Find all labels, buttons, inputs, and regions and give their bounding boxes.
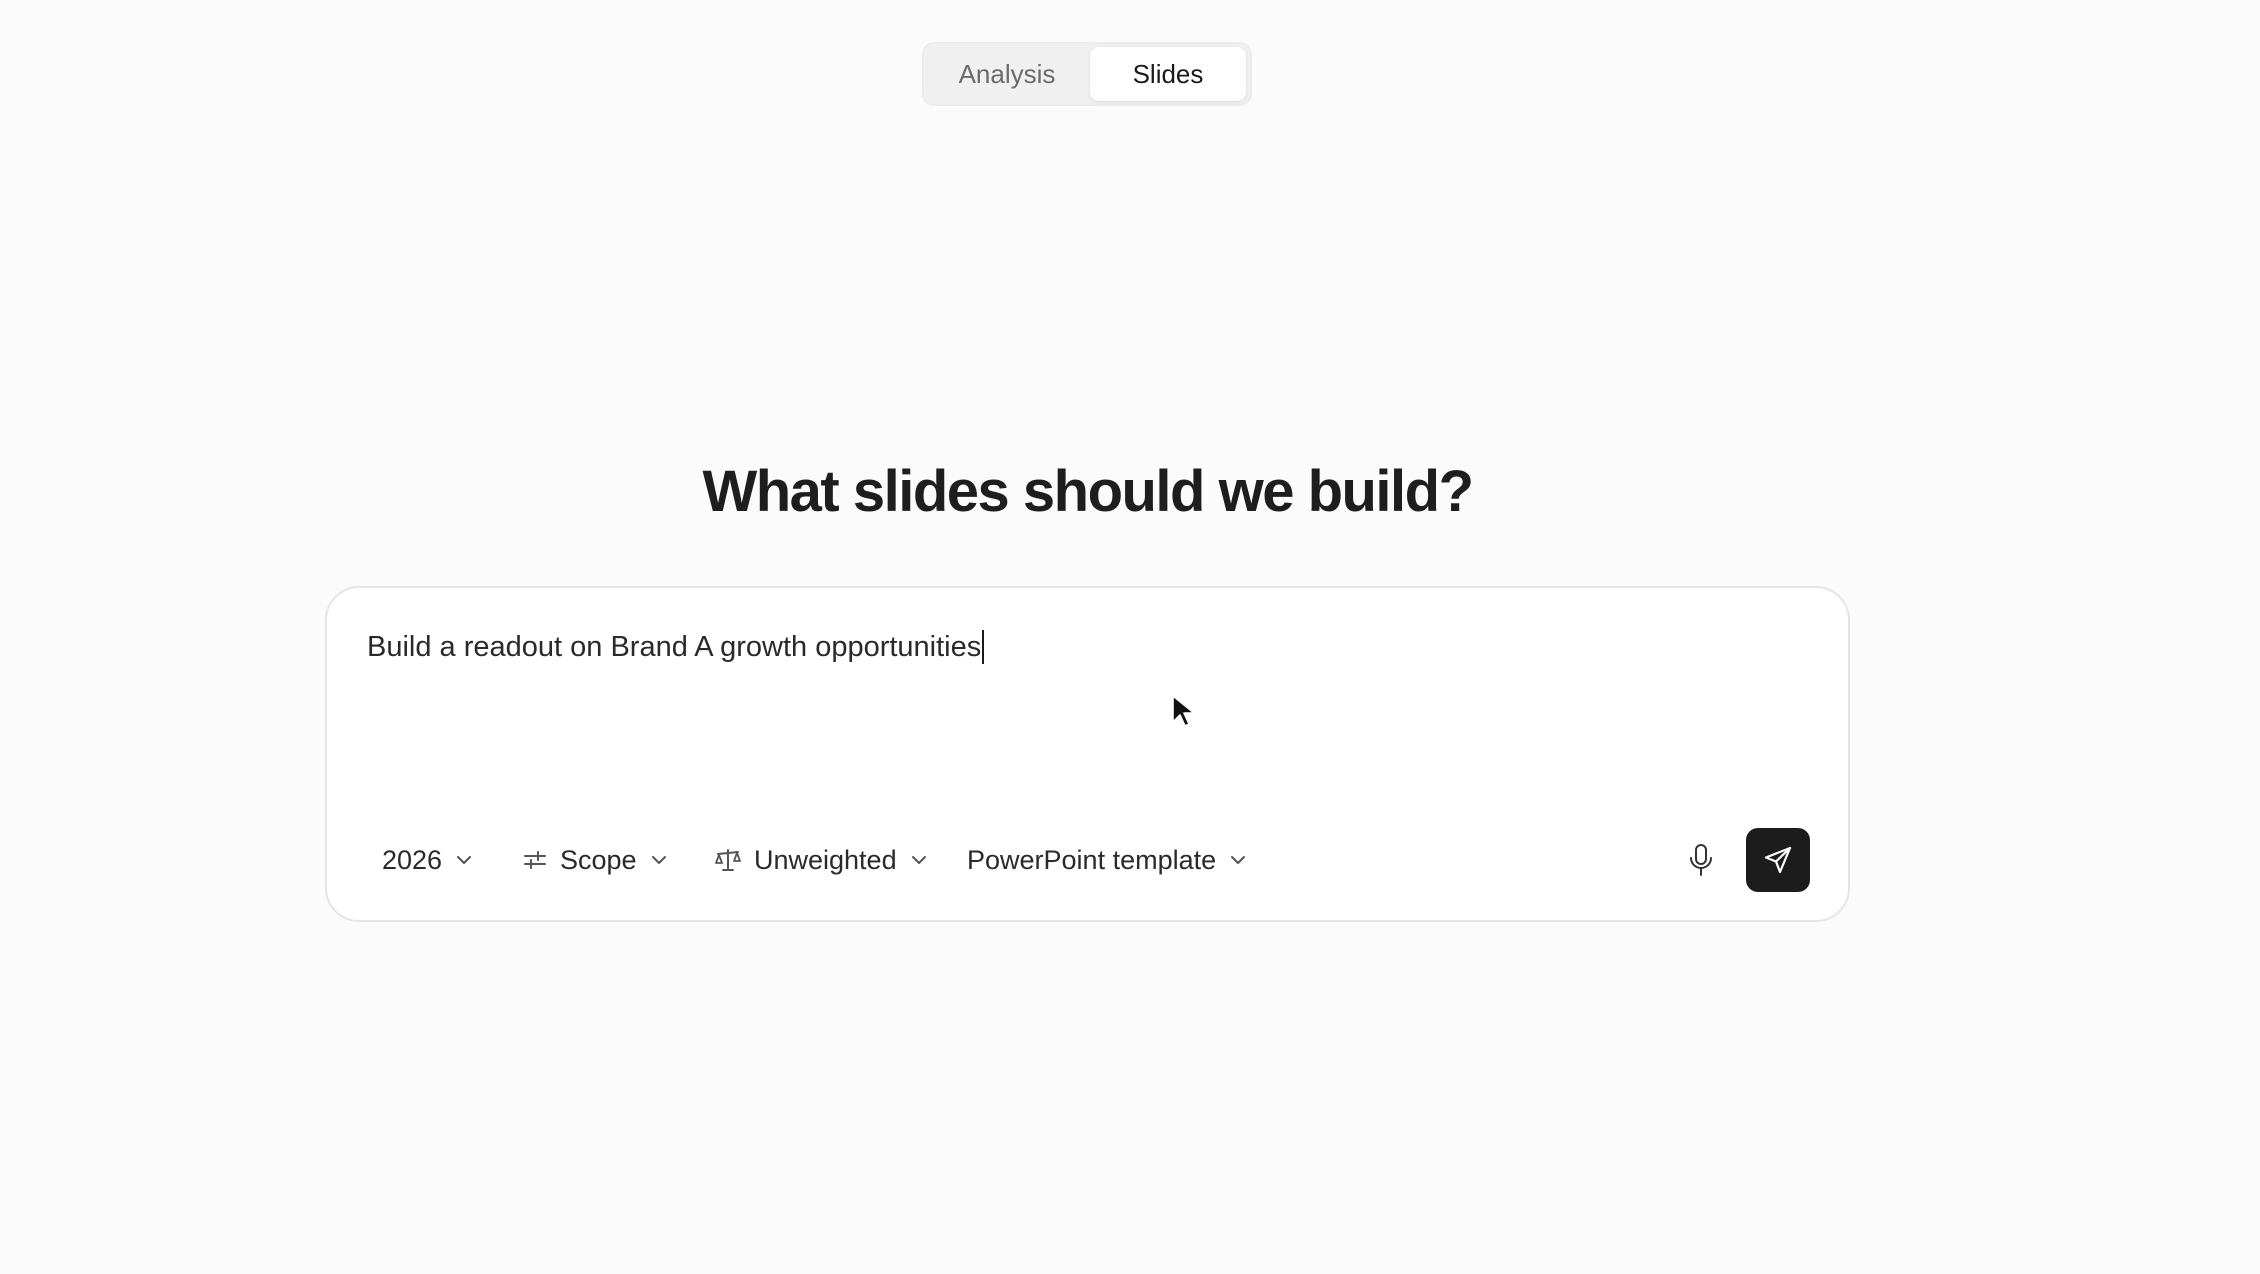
template-dropdown[interactable]: PowerPoint template [967, 828, 1248, 892]
weighting-dropdown-label: Unweighted [754, 844, 897, 875]
microphone-button[interactable] [1677, 836, 1725, 884]
text-caret [982, 630, 985, 664]
prompt-input-value: Build a readout on Brand A growth opport… [367, 630, 982, 663]
mouse-cursor-icon [1172, 695, 1195, 727]
sliders-icon [524, 851, 546, 869]
microphone-icon [1690, 844, 1712, 876]
composer-toolbar: 2026 Scope Unweighted PowerPoint templat… [327, 828, 1848, 892]
weighting-dropdown[interactable]: Unweighted [714, 828, 929, 892]
mode-toggle: Analysis Slides [922, 42, 1252, 106]
send-button[interactable] [1746, 828, 1810, 892]
scope-dropdown[interactable]: Scope [522, 828, 669, 892]
tab-analysis[interactable]: Analysis [928, 47, 1086, 101]
slides-builder-page: Analysis Slides What slides should we bu… [0, 0, 2260, 1274]
chevron-down-icon [911, 856, 926, 864]
year-dropdown[interactable]: 2026 [382, 828, 474, 892]
scope-dropdown-label: Scope [560, 844, 637, 875]
year-dropdown-label: 2026 [382, 844, 443, 875]
chevron-down-icon [457, 856, 472, 864]
page-title: What slides should we build? [702, 459, 1474, 524]
scale-icon [715, 849, 741, 871]
send-icon [1764, 846, 1792, 874]
chevron-down-icon [1231, 856, 1246, 864]
prompt-composer: Build a readout on Brand A growth opport… [325, 586, 1850, 922]
template-dropdown-label: PowerPoint template [967, 844, 1217, 875]
prompt-input[interactable]: Build a readout on Brand A growth opport… [367, 630, 985, 664]
tab-slides[interactable]: Slides [1089, 47, 1246, 101]
chevron-down-icon [651, 856, 666, 864]
